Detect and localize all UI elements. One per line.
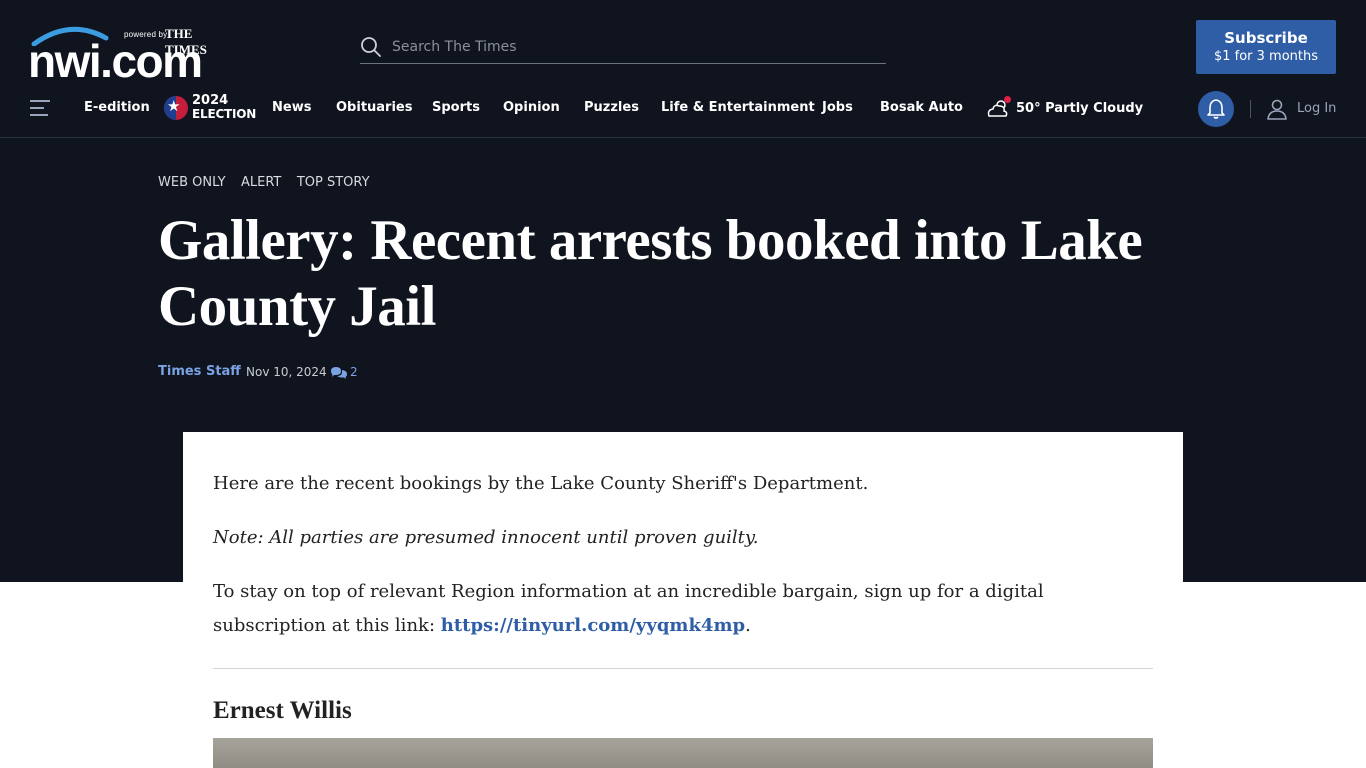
comment-count: 2	[350, 365, 358, 379]
article-headline: Gallery: Recent arrests booked into Lake…	[158, 209, 1143, 338]
gallery-item-name: Ernest Willis	[213, 697, 352, 724]
notifications-button[interactable]	[1198, 91, 1234, 127]
nav-item-sports[interactable]: Sports	[432, 100, 480, 115]
subscription-link[interactable]: https://tinyurl.com/yyqmk4mp	[441, 615, 745, 636]
election-label: ELECTION	[192, 107, 257, 121]
weather-text: 50° Partly Cloudy	[1016, 101, 1144, 116]
subscription-period: .	[745, 615, 751, 636]
election-star-icon: ★	[164, 96, 188, 120]
article-tags: WEB ONLY ALERT TOP STORY	[158, 173, 381, 191]
login-label: Log In	[1297, 101, 1337, 116]
site-logo[interactable]: powered by THE TIMES nwi.com	[28, 24, 233, 84]
nav-item-life-entertainment[interactable]: Life & Entertainment	[661, 100, 815, 115]
nav-item-election[interactable]: ★ 2024 ELECTION	[164, 93, 257, 123]
nav-item-bosak-auto[interactable]: Bosak Auto	[880, 100, 963, 115]
author-link[interactable]: Times Staff	[158, 364, 241, 379]
publish-date: Nov 10, 2024	[246, 365, 327, 379]
nav-item-puzzles[interactable]: Puzzles	[584, 100, 639, 115]
tag-web-only[interactable]: WEB ONLY	[158, 175, 226, 190]
subscribe-button[interactable]: Subscribe $1 for 3 months	[1196, 20, 1336, 74]
nav-item-news[interactable]: News	[272, 100, 311, 115]
weather-alert-dot	[1004, 96, 1011, 103]
search-icon[interactable]	[360, 36, 382, 58]
nav-divider	[1250, 100, 1251, 118]
tag-top-story[interactable]: TOP STORY	[297, 175, 370, 190]
menu-icon[interactable]	[30, 100, 50, 116]
nav-item-e-edition[interactable]: E-edition	[84, 100, 150, 115]
election-year: 2024	[192, 93, 229, 108]
logo-brand: nwi.com	[28, 35, 203, 87]
article-paragraph-note: Note: All parties are presumed innocent …	[213, 527, 759, 548]
article-paragraph-intro: Here are the recent bookings by the Lake…	[213, 473, 869, 494]
nav-item-jobs[interactable]: Jobs	[822, 100, 853, 115]
comments-icon	[331, 367, 347, 379]
subscribe-label: Subscribe	[1224, 29, 1308, 47]
nav-item-opinion[interactable]: Opinion	[503, 100, 560, 115]
tag-alert[interactable]: ALERT	[241, 175, 281, 190]
section-divider	[213, 668, 1153, 669]
bell-icon	[1207, 99, 1225, 119]
search-input[interactable]	[392, 36, 872, 58]
subscribe-offer: $1 for 3 months	[1213, 49, 1319, 64]
article-paragraph-subscription: To stay on top of relevant Region inform…	[213, 575, 1153, 643]
nav-item-obituaries[interactable]: Obituaries	[336, 100, 412, 115]
booking-photo[interactable]	[213, 738, 1153, 768]
user-icon	[1267, 99, 1287, 120]
search-bar	[360, 30, 886, 64]
